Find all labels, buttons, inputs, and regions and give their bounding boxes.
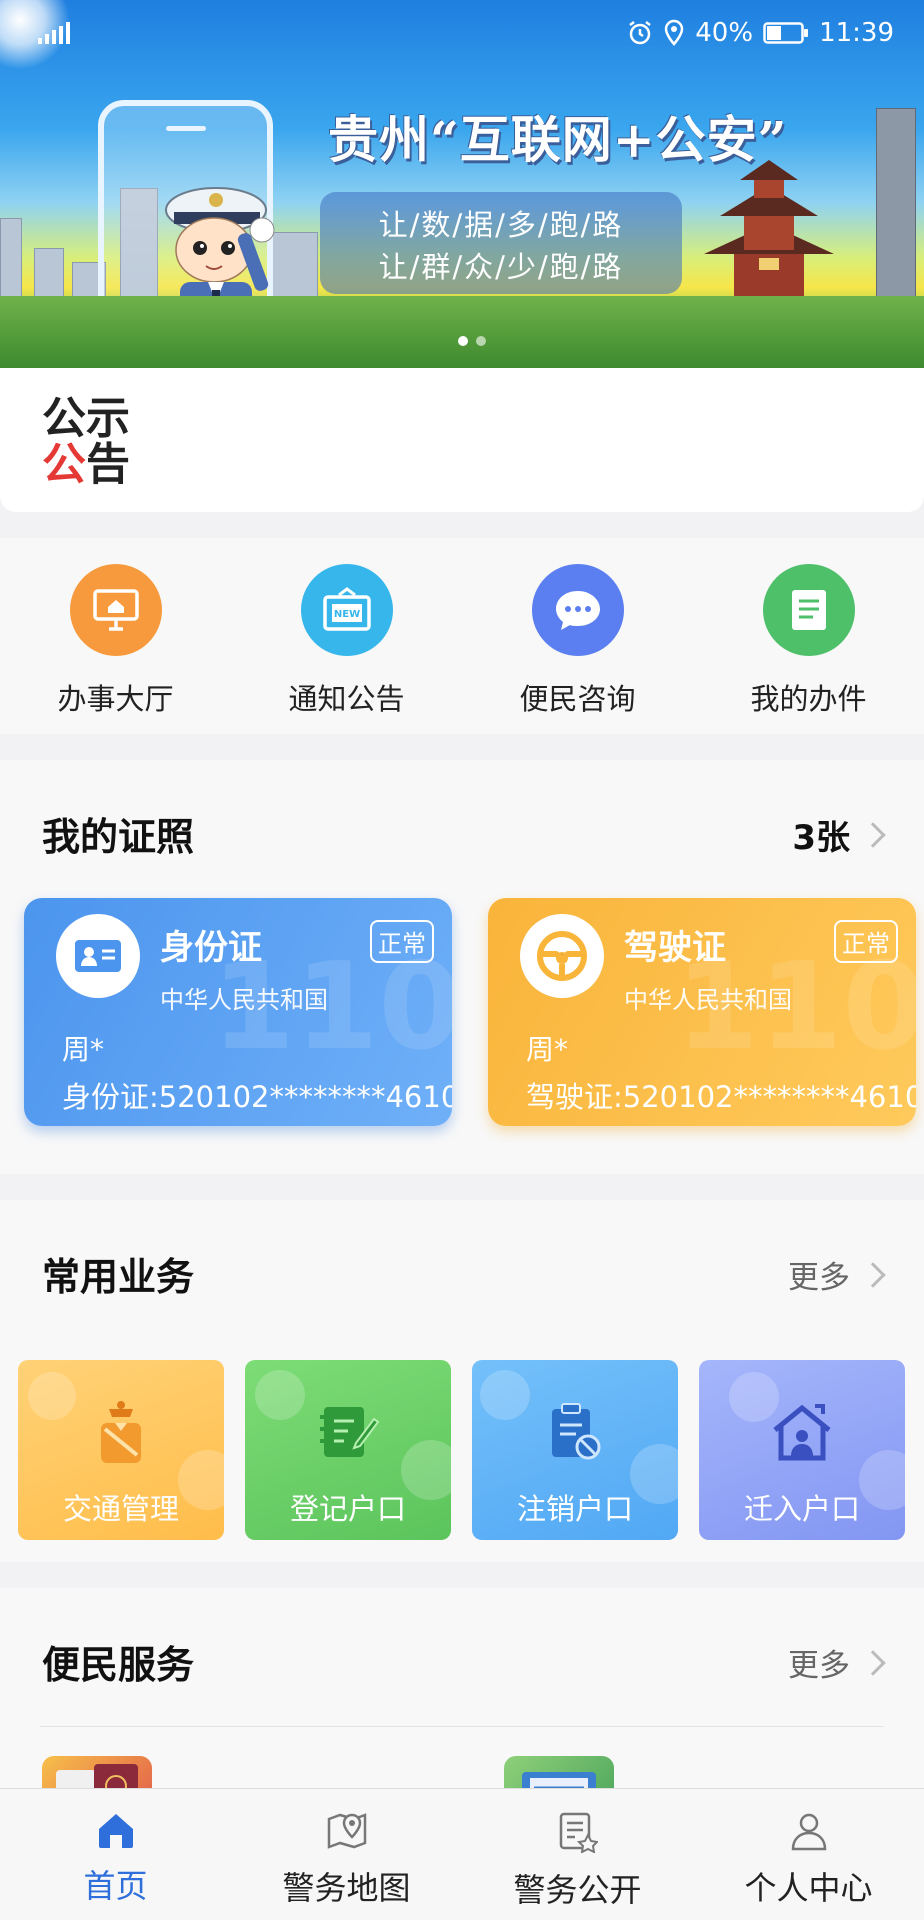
convenience-more-link[interactable]: 更多 <box>788 1640 886 1685</box>
tab-label: 警务地图 <box>282 1869 411 1907</box>
quick-entry-label: 便民咨询 <box>519 682 636 716</box>
section-title: 我的证照 <box>42 815 195 859</box>
map-pin-icon <box>327 1813 366 1849</box>
quick-entry-my-cases[interactable]: 我的办件 <box>693 538 924 734</box>
battery-icon <box>763 22 809 44</box>
quick-entry-label: 办事大厅 <box>57 682 174 716</box>
pagoda-illustration <box>704 160 834 308</box>
alarm-icon <box>629 21 652 45</box>
license-count-link[interactable]: 3张 <box>792 810 886 859</box>
home-icon <box>98 1814 133 1848</box>
document-icon <box>762 564 855 656</box>
tile-move-in-household[interactable]: 迁入户口 <box>699 1360 905 1540</box>
tab-police-disclosure[interactable]: 警务公开 <box>462 1789 693 1920</box>
quick-entry-consult[interactable]: 便民咨询 <box>462 538 693 734</box>
tile-traffic-management[interactable]: 交通管理 <box>18 1360 224 1540</box>
quick-entry-notices[interactable]: NEW 通知公告 <box>231 538 462 734</box>
more-label: 更多 <box>788 1648 850 1684</box>
chat-bubble-icon <box>531 564 624 656</box>
chevron-right-icon <box>860 1261 886 1288</box>
section-title: 常用业务 <box>42 1255 195 1299</box>
driver-license-card[interactable]: 110 驾驶证 正常 中华人民共和国 周* 驾驶证:520102********… <box>488 898 916 1126</box>
tab-label: 警务公开 <box>513 1871 642 1909</box>
status-badge: 正常 <box>370 920 434 963</box>
section-title: 便民服务 <box>42 1643 195 1687</box>
signal-icon <box>38 22 70 44</box>
card-number: 驾驶证:520102********4610 <box>526 1080 916 1114</box>
slogan-line: 让/群/众/少/跑/路 <box>378 250 624 284</box>
register-notebook-icon <box>312 1396 384 1468</box>
quick-entry-label: 我的办件 <box>750 682 867 716</box>
clock-time: 11:39 <box>819 18 894 48</box>
tile-label: 登记户口 <box>289 1492 406 1526</box>
svg-text:NEW: NEW <box>333 609 359 620</box>
card-name: 驾驶证 <box>624 928 726 968</box>
building <box>0 218 22 308</box>
tile-register-household[interactable]: 登记户口 <box>245 1360 451 1540</box>
license-count: 3张 <box>792 818 850 858</box>
user-icon <box>791 1813 826 1851</box>
tab-home[interactable]: 首页 <box>0 1789 231 1920</box>
new-notice-icon: NEW <box>300 564 393 656</box>
card-name: 身份证 <box>160 928 262 968</box>
card-issuer: 中华人民共和国 <box>160 986 328 1014</box>
tile-label: 迁入户口 <box>743 1492 860 1526</box>
quick-entry-label: 通知公告 <box>288 682 405 716</box>
status-bar: 40% 11:39 <box>627 18 894 48</box>
chevron-right-icon <box>860 1649 886 1676</box>
status-badge: 正常 <box>834 920 898 963</box>
document-star-icon <box>559 1812 598 1853</box>
bottom-tab-bar: 首页 警务地图 警务公开 个人中心 <box>0 1788 924 1920</box>
slogan-line: 让/数/据/多/跑/路 <box>378 208 624 242</box>
banner-slogan: 让/数/据/多/跑/路 让/群/众/少/跑/路 <box>320 192 682 294</box>
chevron-right-icon <box>860 821 886 848</box>
quick-entry-row: 办事大厅 NEW 通知公告 便民咨询 我的办件 <box>0 538 924 734</box>
quick-entry-service-hall[interactable]: 办事大厅 <box>0 538 231 734</box>
tile-cancel-household[interactable]: 注销户口 <box>472 1360 678 1540</box>
traffic-officer-icon <box>85 1396 157 1468</box>
tile-label: 注销户口 <box>516 1492 633 1526</box>
tile-label: 交通管理 <box>62 1492 179 1526</box>
tab-personal-center[interactable]: 个人中心 <box>693 1789 924 1920</box>
cancel-clipboard-icon <box>539 1396 611 1468</box>
card-holder: 周* <box>62 1033 105 1066</box>
card-holder: 周* <box>526 1033 569 1066</box>
business-more-link[interactable]: 更多 <box>788 1252 886 1297</box>
card-number: 身份证:520102********4610 <box>62 1080 452 1114</box>
tower-building <box>876 108 916 308</box>
banner-carousel[interactable]: 40% 11:39 贵州“互联网+公安” 让/数/据/多/跑/路 让/群/众/少… <box>0 0 924 368</box>
tab-label: 个人中心 <box>744 1869 873 1907</box>
steering-wheel-icon <box>520 914 604 998</box>
logo-line: 公示 <box>42 393 130 444</box>
announcement-logo: 公示 公告 <box>42 396 130 488</box>
card-issuer: 中华人民共和国 <box>624 986 792 1014</box>
greenery <box>0 296 924 368</box>
divider <box>40 1726 884 1727</box>
monitor-home-icon <box>69 564 162 656</box>
id-card[interactable]: 110 身份证 正常 中华人民共和国 周* 身份证:520102********… <box>24 898 452 1126</box>
battery-percent: 40% <box>695 18 754 48</box>
logo-black-char: 告 <box>86 439 130 490</box>
announcement-bar[interactable]: 公示 公告 <box>0 368 924 512</box>
tab-label: 首页 <box>83 1867 148 1905</box>
carousel-indicator <box>458 336 486 346</box>
tab-police-map[interactable]: 警务地图 <box>231 1789 462 1920</box>
more-label: 更多 <box>788 1260 850 1296</box>
id-card-icon <box>56 914 140 998</box>
location-icon <box>665 19 684 46</box>
logo-red-char: 公 <box>42 439 86 490</box>
